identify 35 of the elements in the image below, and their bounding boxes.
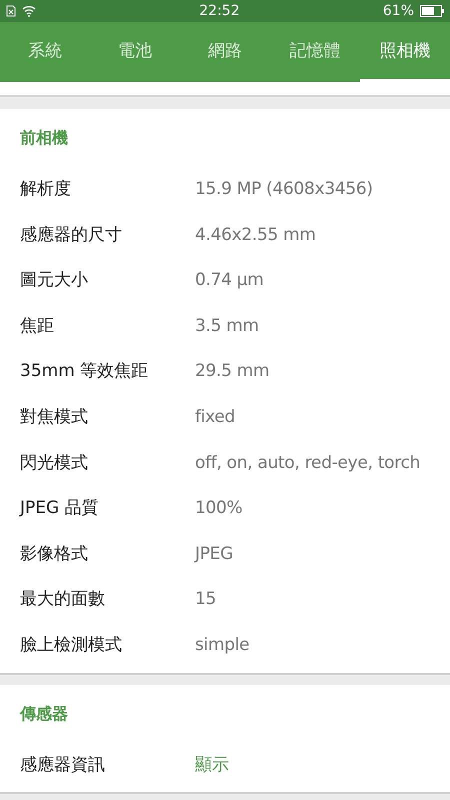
tab[interactable]: 電池 xyxy=(90,22,180,82)
battery-percent: 61% xyxy=(382,2,414,20)
property-value: 4.46x2.55 mm xyxy=(195,224,316,247)
property-value: simple xyxy=(195,634,250,657)
property-label: 對焦模式 xyxy=(20,406,89,430)
property-value: JPEG xyxy=(195,542,233,566)
property-value: off, on, auto, red-eye, torch xyxy=(195,452,420,475)
battery-icon xyxy=(420,5,444,17)
show-link[interactable]: 顯示 xyxy=(195,752,229,778)
sim-icon xyxy=(6,5,16,17)
tab[interactable]: 網路 xyxy=(180,22,270,82)
property-label: JPEG 品質 xyxy=(20,497,100,520)
property-value: 100% xyxy=(195,497,242,520)
section-title: 傳感器 xyxy=(20,702,69,725)
property-label: 圖元大小 xyxy=(20,269,89,292)
property-label: 最大的面數 xyxy=(20,588,106,612)
property-label: 閃光模式 xyxy=(20,452,89,475)
wifi-icon xyxy=(22,5,36,17)
clock-time: 22:52 xyxy=(199,2,240,20)
property-label: 感應器資訊 xyxy=(20,754,106,777)
section-title: 前相機 xyxy=(20,127,69,149)
property-label: 臉上檢測模式 xyxy=(20,634,123,657)
property-value: 15.9 MP (4608x3456) xyxy=(195,178,373,202)
tab[interactable]: 記憶體 xyxy=(270,22,360,82)
property-value: 15 xyxy=(195,588,216,612)
property-label: 感應器的尺寸 xyxy=(20,224,123,247)
property-value: 29.5 mm xyxy=(195,360,270,384)
tab[interactable]: 系統 xyxy=(0,22,90,82)
property-label: 35mm 等效焦距 xyxy=(20,360,150,384)
property-value: fixed xyxy=(195,406,235,430)
property-value: 3.5 mm xyxy=(195,314,259,338)
property-label: 焦距 xyxy=(20,314,55,338)
property-label: 解析度 xyxy=(20,178,72,202)
property-value: 0.74 µm xyxy=(195,269,264,292)
property-label: 影像格式 xyxy=(20,542,89,566)
